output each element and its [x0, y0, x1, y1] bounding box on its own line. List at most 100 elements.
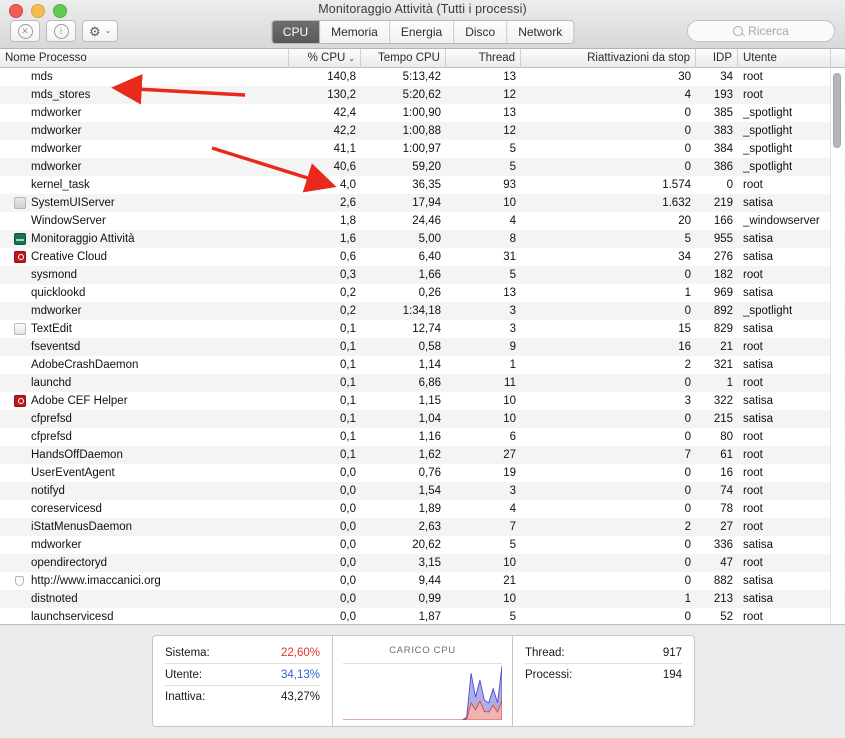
table-row[interactable]: cfprefsd 0,1 1,16 6 0 80 root [0, 428, 845, 446]
table-row[interactable]: notifyd 0,0 1,54 3 0 74 root [0, 482, 845, 500]
table-row[interactable]: distnoted 0,0 0,99 10 1 213 satisa [0, 590, 845, 608]
cell-process-name: mds [0, 68, 289, 86]
table-row[interactable]: mds_stores 130,2 5:20,62 12 4 193 root [0, 86, 845, 104]
inspect-process-button[interactable]: i [46, 20, 76, 42]
process-name-label: mds [31, 71, 53, 83]
table-row[interactable]: cfprefsd 0,1 1,04 10 0 215 satisa [0, 410, 845, 428]
tab-energia[interactable]: Energia [389, 21, 455, 43]
quit-process-button[interactable]: ✕ [10, 20, 40, 42]
table-row[interactable]: TextEdit 0,1 12,74 3 15 829 satisa [0, 320, 845, 338]
table-row[interactable]: mdworker 42,2 1:00,88 12 0 383 _spotlight [0, 122, 845, 140]
table-row[interactable]: http://www.imaccanici.org 0,0 9,44 21 0 882 sa… [0, 572, 845, 590]
settings-menu-button[interactable]: ⚙ ⌄ [82, 20, 119, 42]
cell-pid: 955 [713, 233, 733, 245]
textedit-icon [14, 323, 26, 335]
table-row[interactable]: coreservicesd 0,0 1,89 4 0 78 root [0, 500, 845, 518]
cell-cpu-percent: 42,4 [333, 107, 356, 119]
sysui-icon [14, 197, 26, 209]
adobe-icon [14, 395, 26, 407]
column-header-cpu-percent[interactable]: % CPU ⌄ [289, 48, 361, 68]
no-icon [14, 557, 26, 569]
counter-value-processi: 194 [662, 668, 682, 681]
cell-wakeups: 0 [684, 539, 691, 551]
cell-cpu-time: 59,20 [412, 161, 441, 173]
column-header-utente[interactable]: Utente [738, 48, 831, 68]
cell-user: satisa [743, 575, 774, 587]
cell-cpu-time: 2,63 [418, 521, 441, 533]
activity-monitor-window: Monitoraggio Attività (Tutti i processi)… [0, 0, 845, 738]
table-row[interactable]: Monitoraggio Attività 1,6 5,00 8 5 955 satisa [0, 230, 845, 248]
tab-network[interactable]: Network [507, 21, 574, 43]
table-row[interactable]: UserEventAgent 0,0 0,76 19 0 16 root [0, 464, 845, 482]
sort-caret-icon: ⌄ [348, 53, 355, 63]
process-name-label: launchd [31, 377, 72, 389]
cell-cpu-percent: 0,1 [340, 341, 356, 353]
column-header-thread[interactable]: Thread [446, 48, 521, 68]
table-row[interactable]: mdworker 0,2 1:34,18 3 0 892 _spotlight [0, 302, 845, 320]
table-row[interactable]: mdworker 0,0 20,62 5 0 336 satisa [0, 536, 845, 554]
tab-disco[interactable]: Disco [454, 21, 508, 43]
column-header-tempo-cpu[interactable]: Tempo CPU [361, 48, 446, 68]
cell-cpu-percent: 0,6 [340, 251, 356, 263]
vertical-scrollbar[interactable] [830, 68, 844, 624]
cell-threads: 5 [509, 611, 516, 623]
table-row[interactable]: launchd 0,1 6,86 11 0 1 root [0, 374, 845, 392]
table-row[interactable]: AdobeCrashDaemon 0,1 1,14 1 2 321 satisa [0, 356, 845, 374]
process-name-label: cfprefsd [31, 413, 72, 425]
process-name-label: sysmond [31, 269, 78, 281]
tab-memoria[interactable]: Memoria [320, 21, 390, 43]
window-title: Monitoraggio Attività (Tutti i processi) [318, 2, 527, 16]
table-row[interactable]: SystemUIServer 2,6 17,94 10 1.632 219 satisa [0, 194, 845, 212]
cell-cpu-percent: 0,0 [340, 557, 356, 569]
process-name-label: fseventsd [31, 341, 81, 353]
table-row[interactable]: HandsOffDaemon 0,1 1,62 27 7 61 root [0, 446, 845, 464]
column-header-nome-processo[interactable]: Nome Processo [0, 48, 289, 68]
cell-threads: 6 [509, 431, 516, 443]
table-row[interactable]: launchservicesd 0,0 1,87 5 0 52 root [0, 608, 845, 624]
table-row[interactable]: mdworker 42,4 1:00,90 13 0 385 _spotlight [0, 104, 845, 122]
process-table[interactable]: mds 140,8 5:13,42 13 30 34 root mds_stores 130,2… [0, 68, 845, 625]
cell-cpu-percent: 0,1 [340, 413, 356, 425]
table-row[interactable]: mdworker 40,6 59,20 5 0 386 _spotlight [0, 158, 845, 176]
cell-cpu-time: 0,76 [418, 467, 441, 479]
shield-icon [14, 575, 26, 587]
cell-cpu-time: 1,89 [418, 503, 441, 515]
column-header-idp[interactable]: IDP [696, 48, 738, 68]
table-row[interactable]: WindowServer 1,8 24,46 4 20 166 _windowserver [0, 212, 845, 230]
table-row[interactable]: quicklookd 0,2 0,26 13 1 969 satisa [0, 284, 845, 302]
table-row[interactable]: Creative Cloud 0,6 6,40 31 34 276 satisa [0, 248, 845, 266]
tab-cpu[interactable]: CPU [271, 21, 321, 43]
cell-pid: 166 [713, 215, 733, 227]
process-name-label: notifyd [31, 485, 65, 497]
cell-threads: 13 [503, 71, 516, 83]
cell-wakeups: 15 [678, 323, 691, 335]
cell-process-name: sysmond [0, 266, 289, 284]
stat-label-utente: Utente: [165, 668, 203, 681]
table-row[interactable]: Adobe CEF Helper 0,1 1,15 10 3 322 satisa [0, 392, 845, 410]
table-row[interactable]: sysmond 0,3 1,66 5 0 182 root [0, 266, 845, 284]
search-field[interactable]: Ricerca [687, 20, 835, 42]
cell-wakeups: 0 [684, 107, 691, 119]
cpu-usage-stats: Sistema: 22,60% Utente: 34,13% Inattiva:… [153, 636, 333, 726]
scrollbar-thumb[interactable] [833, 73, 841, 148]
stat-row-utente: Utente: 34,13% [165, 664, 320, 686]
cell-wakeups: 16 [678, 341, 691, 353]
process-name-label: Monitoraggio Attività [31, 233, 135, 245]
table-row[interactable]: kernel_task 4,0 36,35 93 1.574 0 root [0, 176, 845, 194]
counter-label-thread: Thread: [525, 646, 565, 659]
cell-process-name: opendirectoryd [0, 554, 289, 572]
table-row[interactable]: mds 140,8 5:13,42 13 30 34 root [0, 68, 845, 86]
process-name-label: cfprefsd [31, 431, 72, 443]
column-header-riattivazioni[interactable]: Riattivazioni da stop [521, 48, 696, 68]
cell-process-name: HandsOffDaemon [0, 446, 289, 464]
table-row[interactable]: mdworker 41,1 1:00,97 5 0 384 _spotlight [0, 140, 845, 158]
table-row[interactable]: opendirectoryd 0,0 3,15 10 0 47 root [0, 554, 845, 572]
table-row[interactable]: iStatMenusDaemon 0,0 2,63 7 2 27 root [0, 518, 845, 536]
no-icon [14, 521, 26, 533]
cell-threads: 10 [503, 197, 516, 209]
cell-wakeups: 0 [684, 575, 691, 587]
table-row[interactable]: fseventsd 0,1 0,58 9 16 21 root [0, 338, 845, 356]
cell-wakeups: 0 [684, 125, 691, 137]
cell-cpu-time: 9,44 [418, 575, 441, 587]
no-icon [14, 467, 26, 479]
